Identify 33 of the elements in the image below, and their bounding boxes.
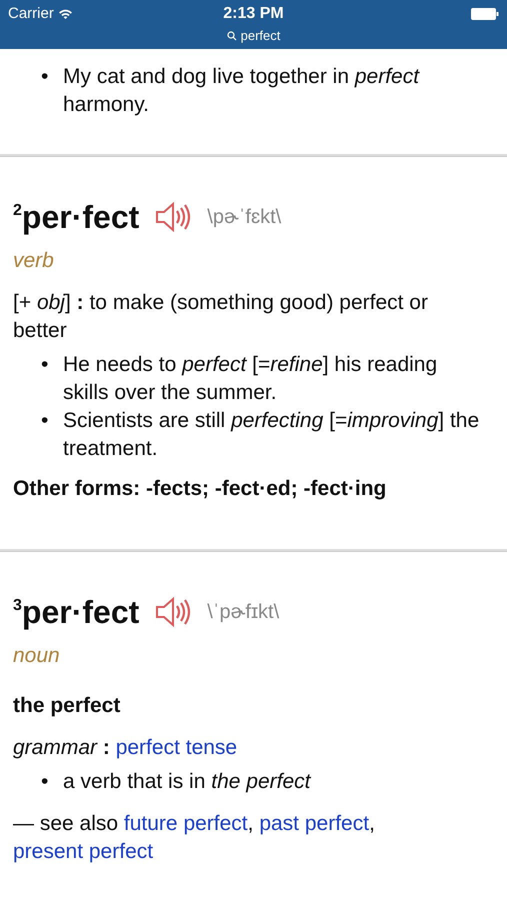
bullet-point: • [41, 64, 50, 90]
speaker-icon[interactable] [155, 202, 192, 232]
cross-reference-link[interactable]: past perfect [259, 812, 370, 835]
separator-colon: : [102, 736, 110, 759]
cross-reference-link[interactable]: future perfect [124, 812, 248, 835]
example-sentence: a verb that is in the perfect [63, 769, 310, 795]
wifi-icon [58, 8, 73, 20]
carrier-label: Carrier [8, 4, 54, 24]
comma: , [248, 812, 254, 835]
pronunciation: \ˈpɚfɪkt\ [207, 600, 280, 625]
cross-reference-link[interactable]: present perfect [13, 840, 154, 863]
battery-icon [471, 8, 499, 20]
example-sentence: My cat and dog live together in perfect harmony. [63, 64, 421, 118]
headword: $^{2}$per·fect [13, 199, 140, 235]
bullet-point: • [41, 408, 50, 434]
search-query[interactable]: perfect [240, 28, 280, 44]
see-also-label: — see also [13, 812, 118, 835]
bullet-point: • [41, 769, 50, 795]
example-sentence: Scientists are still perfecting [=improving] the treatment. [63, 408, 480, 462]
part-of-speech: noun [13, 643, 61, 669]
comma: , [369, 812, 375, 835]
speaker-icon[interactable] [155, 597, 192, 627]
phrase-heading: the perfect [13, 693, 122, 719]
cross-reference-link[interactable]: perfect tense [116, 736, 238, 759]
bullet-point: • [41, 352, 50, 378]
subject-label: grammar [13, 736, 98, 759]
search-icon [226, 31, 237, 41]
example-sentence: He needs to perfect [=refine] his reading skills over the summer. [63, 352, 438, 406]
other-forms: Other forms: -fects; -fect·ed; -fect·ing [13, 476, 388, 502]
part-of-speech: verb [13, 248, 55, 274]
pronunciation: \pɚˈfɛkt\ [207, 205, 282, 230]
status-time: 2:13 PM [223, 4, 284, 24]
headword: $^{3}$per·fect [13, 594, 140, 630]
